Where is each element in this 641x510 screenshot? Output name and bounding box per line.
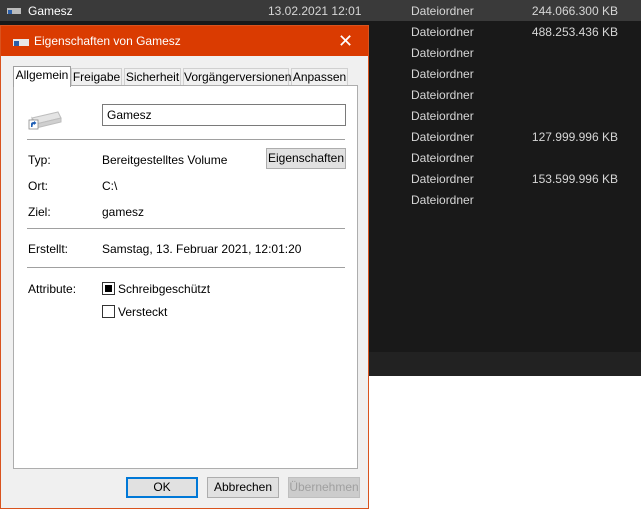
cancel-button[interactable]: Abbrechen	[207, 477, 279, 498]
hidden-checkbox[interactable]	[102, 305, 115, 318]
divider	[27, 139, 345, 140]
file-row-selected[interactable]: Gamesz 13.02.2021 12:01 Dateiordner 244.…	[0, 0, 641, 21]
tab-sharing[interactable]: Freigabe	[71, 68, 122, 86]
properties-dialog: Eigenschaften von Gamesz ✕ Allgemein Fre…	[0, 25, 369, 509]
location-value: C:\	[102, 179, 118, 193]
file-type: Dateiordner	[411, 109, 474, 123]
divider	[27, 267, 345, 268]
created-value: Samstag, 13. Februar 2021, 12:01:20	[102, 242, 302, 256]
file-name: Gamesz	[28, 4, 73, 18]
file-size: 244.066.300 KB	[531, 4, 618, 18]
drive-link-icon	[7, 8, 21, 14]
file-size: 127.999.996 KB	[531, 130, 618, 144]
tab-general[interactable]: Allgemein	[13, 66, 71, 87]
file-type: Dateiordner	[411, 151, 474, 165]
file-type: Dateiordner	[411, 88, 474, 102]
volume-name-input[interactable]	[102, 104, 346, 126]
type-value: Bereitgestelltes Volume	[102, 153, 228, 167]
file-type: Dateiordner	[411, 25, 474, 39]
mounted-volume-icon	[28, 111, 62, 130]
apply-button[interactable]: Übernehmen	[288, 477, 360, 498]
file-type: Dateiordner	[411, 172, 474, 186]
readonly-label[interactable]: Schreibgeschützt	[118, 282, 210, 296]
tab-previous-versions[interactable]: Vorgängerversionen	[183, 68, 291, 86]
properties-button[interactable]: Eigenschaften	[266, 148, 346, 169]
attributes-label: Attribute:	[28, 282, 77, 296]
hidden-label[interactable]: Versteckt	[118, 305, 167, 319]
general-tab-panel: Typ: Bereitgestelltes Volume Eigenschaft…	[13, 85, 358, 469]
target-value: gamesz	[102, 205, 145, 219]
dialog-titlebar[interactable]: Eigenschaften von Gamesz ✕	[1, 26, 368, 56]
file-type: Dateiordner	[411, 67, 474, 81]
file-size: 488.253.436 KB	[531, 25, 618, 39]
close-button[interactable]: ✕	[323, 26, 368, 56]
file-size: 153.599.996 KB	[531, 172, 618, 186]
file-type: Dateiordner	[411, 4, 474, 18]
dialog-title: Eigenschaften von Gamesz	[34, 34, 181, 48]
ok-button[interactable]: OK	[126, 477, 198, 498]
tab-customize[interactable]: Anpassen	[291, 68, 348, 86]
drive-link-icon	[13, 39, 29, 46]
type-label: Typ:	[28, 153, 51, 167]
location-label: Ort:	[28, 179, 48, 193]
created-label: Erstellt:	[28, 242, 69, 256]
file-type: Dateiordner	[411, 130, 474, 144]
file-type: Dateiordner	[411, 46, 474, 60]
file-type: Dateiordner	[411, 193, 474, 207]
file-date: 13.02.2021 12:01	[268, 4, 362, 18]
readonly-checkbox[interactable]	[102, 282, 115, 295]
divider	[27, 228, 345, 229]
tab-security[interactable]: Sicherheit	[124, 68, 181, 86]
target-label: Ziel:	[28, 205, 51, 219]
